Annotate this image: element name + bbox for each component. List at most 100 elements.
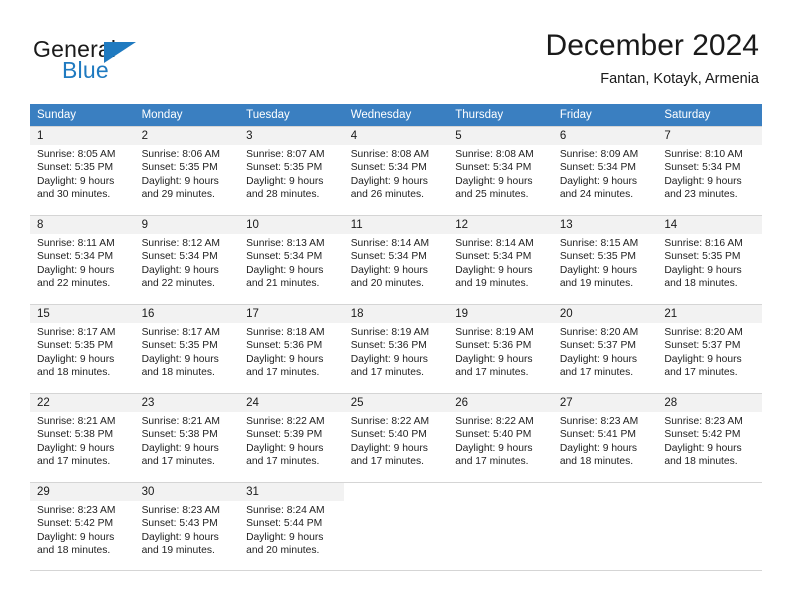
day-cell-inner	[552, 482, 658, 571]
day-cell-inner: 16 Sunrise: 8:17 AM Sunset: 5:35 PM Dayl…	[134, 304, 240, 393]
daylight-text-l1: Daylight: 9 hours	[246, 175, 324, 187]
sunset-text: Sunset: 5:34 PM	[350, 251, 427, 263]
day-number: 21	[657, 305, 762, 323]
calendar-day-cell[interactable]: 10 Sunrise: 8:13 AM Sunset: 5:34 PM Dayl…	[239, 215, 344, 304]
calendar-day-cell[interactable]: 13 Sunrise: 8:15 AM Sunset: 5:35 PM Dayl…	[552, 215, 658, 304]
calendar-day-cell[interactable]: 4 Sunrise: 8:08 AM Sunset: 5:34 PM Dayli…	[343, 126, 449, 215]
sunset-text: Sunset: 5:40 PM	[350, 429, 427, 441]
daylight-text-l1: Daylight: 9 hours	[664, 353, 742, 365]
calendar-day-cell[interactable]: 29 Sunrise: 8:23 AM Sunset: 5:42 PM Dayl…	[30, 482, 135, 571]
sunrise-text: Sunrise: 8:14 AM	[455, 238, 534, 249]
calendar-day-cell[interactable]: 17 Sunrise: 8:18 AM Sunset: 5:36 PM Dayl…	[239, 304, 344, 393]
day-cell-inner: 1 Sunrise: 8:05 AM Sunset: 5:35 PM Dayli…	[30, 126, 135, 215]
calendar-day-cell[interactable]: 16 Sunrise: 8:17 AM Sunset: 5:35 PM Dayl…	[134, 304, 240, 393]
day-cell-inner: 5 Sunrise: 8:08 AM Sunset: 5:34 PM Dayli…	[448, 126, 553, 215]
day-info: Sunrise: 8:11 AM Sunset: 5:34 PM Dayligh…	[30, 234, 135, 291]
day-cell-inner: 13 Sunrise: 8:15 AM Sunset: 5:35 PM Dayl…	[552, 215, 658, 304]
day-info: Sunrise: 8:16 AM Sunset: 5:35 PM Dayligh…	[657, 234, 762, 291]
calendar-day-cell[interactable]: 20 Sunrise: 8:20 AM Sunset: 5:37 PM Dayl…	[552, 304, 658, 393]
daylight-text-l1: Daylight: 9 hours	[37, 264, 115, 276]
calendar-day-cell[interactable]: 8 Sunrise: 8:11 AM Sunset: 5:34 PM Dayli…	[30, 215, 135, 304]
calendar-day-cell[interactable]: 11 Sunrise: 8:14 AM Sunset: 5:34 PM Dayl…	[343, 215, 449, 304]
day-number	[552, 483, 658, 501]
day-number: 28	[657, 394, 762, 412]
day-info: Sunrise: 8:22 AM Sunset: 5:40 PM Dayligh…	[448, 412, 553, 469]
daylight-text-l2: and 20 minutes.	[350, 278, 424, 290]
day-number: 27	[552, 394, 658, 412]
calendar-day-cell[interactable]: 19 Sunrise: 8:19 AM Sunset: 5:36 PM Dayl…	[448, 304, 553, 393]
day-number: 10	[239, 216, 344, 234]
calendar-day-cell[interactable]: 24 Sunrise: 8:22 AM Sunset: 5:39 PM Dayl…	[239, 393, 344, 482]
calendar-day-cell[interactable]: 15 Sunrise: 8:17 AM Sunset: 5:35 PM Dayl…	[30, 304, 135, 393]
sunrise-text: Sunrise: 8:06 AM	[141, 149, 220, 160]
daylight-text-l1: Daylight: 9 hours	[664, 442, 742, 454]
sunrise-text: Sunrise: 8:18 AM	[246, 327, 325, 338]
daylight-text-l1: Daylight: 9 hours	[37, 531, 115, 543]
daylight-text-l1: Daylight: 9 hours	[559, 442, 638, 454]
daylight-text-l2: and 29 minutes.	[141, 189, 215, 201]
calendar-day-cell[interactable]: 6 Sunrise: 8:09 AM Sunset: 5:34 PM Dayli…	[552, 126, 658, 215]
day-info: Sunrise: 8:20 AM Sunset: 5:37 PM Dayligh…	[657, 323, 762, 380]
logo-general-blue[interactable]: General Blue	[33, 36, 263, 86]
day-info: Sunrise: 8:12 AM Sunset: 5:34 PM Dayligh…	[135, 234, 240, 291]
calendar-day-cell[interactable]: 2 Sunrise: 8:06 AM Sunset: 5:35 PM Dayli…	[134, 126, 240, 215]
calendar-day-cell[interactable]: 14 Sunrise: 8:16 AM Sunset: 5:35 PM Dayl…	[657, 215, 762, 304]
daylight-text-l2: and 17 minutes.	[350, 367, 424, 379]
calendar-day-cell[interactable]: 30 Sunrise: 8:23 AM Sunset: 5:43 PM Dayl…	[134, 482, 240, 571]
calendar-day-cell[interactable]: 12 Sunrise: 8:14 AM Sunset: 5:34 PM Dayl…	[448, 215, 553, 304]
calendar-day-cell[interactable]: 25 Sunrise: 8:22 AM Sunset: 5:40 PM Dayl…	[343, 393, 449, 482]
sunrise-text: Sunrise: 8:19 AM	[350, 327, 430, 338]
sunset-text: Sunset: 5:36 PM	[246, 340, 323, 352]
daylight-text-l2: and 17 minutes.	[455, 367, 529, 379]
weekday-header-monday: Monday	[134, 104, 240, 126]
calendar-day-cell[interactable]: 23 Sunrise: 8:21 AM Sunset: 5:38 PM Dayl…	[134, 393, 240, 482]
day-cell-inner: 15 Sunrise: 8:17 AM Sunset: 5:35 PM Dayl…	[30, 304, 135, 393]
daylight-text-l1: Daylight: 9 hours	[455, 264, 533, 276]
calendar-day-cell[interactable]: 22 Sunrise: 8:21 AM Sunset: 5:38 PM Dayl…	[30, 393, 135, 482]
day-info: Sunrise: 8:19 AM Sunset: 5:36 PM Dayligh…	[344, 323, 449, 380]
calendar-day-cell[interactable]: 28 Sunrise: 8:23 AM Sunset: 5:42 PM Dayl…	[657, 393, 762, 482]
sunset-text: Sunset: 5:34 PM	[559, 162, 636, 174]
calendar-day-cell[interactable]: 3 Sunrise: 8:07 AM Sunset: 5:35 PM Dayli…	[239, 126, 344, 215]
daylight-text-l1: Daylight: 9 hours	[246, 264, 324, 276]
sunrise-text: Sunrise: 8:14 AM	[350, 238, 430, 249]
daylight-text-l2: and 24 minutes.	[559, 189, 634, 201]
sunrise-text: Sunrise: 8:13 AM	[246, 238, 325, 249]
location-subtitle: Fantan, Kotayk, Armenia	[600, 71, 759, 87]
daylight-text-l2: and 19 minutes.	[455, 278, 529, 290]
calendar-day-cell[interactable]: 1 Sunrise: 8:05 AM Sunset: 5:35 PM Dayli…	[30, 126, 135, 215]
daylight-text-l1: Daylight: 9 hours	[141, 175, 219, 187]
calendar-day-cell[interactable]: 18 Sunrise: 8:19 AM Sunset: 5:36 PM Dayl…	[343, 304, 449, 393]
daylight-text-l2: and 17 minutes.	[246, 367, 320, 379]
calendar-day-cell[interactable]: 27 Sunrise: 8:23 AM Sunset: 5:41 PM Dayl…	[552, 393, 658, 482]
day-info: Sunrise: 8:17 AM Sunset: 5:35 PM Dayligh…	[135, 323, 240, 380]
day-info: Sunrise: 8:07 AM Sunset: 5:35 PM Dayligh…	[239, 145, 344, 202]
day-number: 30	[134, 483, 240, 501]
sunrise-text: Sunrise: 8:22 AM	[350, 416, 430, 427]
weekday-header-saturday: Saturday	[657, 104, 762, 126]
sunrise-text: Sunrise: 8:19 AM	[455, 327, 534, 338]
day-number	[448, 483, 553, 501]
calendar-day-cell[interactable]: 5 Sunrise: 8:08 AM Sunset: 5:34 PM Dayli…	[448, 126, 553, 215]
day-cell-inner	[448, 482, 553, 571]
sunrise-text: Sunrise: 8:24 AM	[246, 505, 325, 516]
day-number: 8	[30, 216, 135, 234]
daylight-text-l1: Daylight: 9 hours	[37, 175, 115, 187]
calendar-day-cell[interactable]: 9 Sunrise: 8:12 AM Sunset: 5:34 PM Dayli…	[134, 215, 240, 304]
calendar-day-cell[interactable]: 31 Sunrise: 8:24 AM Sunset: 5:44 PM Dayl…	[239, 482, 344, 571]
calendar-day-cell[interactable]: 7 Sunrise: 8:10 AM Sunset: 5:34 PM Dayli…	[657, 126, 762, 215]
calendar-day-cell[interactable]: 21 Sunrise: 8:20 AM Sunset: 5:37 PM Dayl…	[657, 304, 762, 393]
day-info: Sunrise: 8:13 AM Sunset: 5:34 PM Dayligh…	[239, 234, 344, 291]
sunset-text: Sunset: 5:34 PM	[37, 251, 114, 263]
daylight-text-l1: Daylight: 9 hours	[455, 353, 533, 365]
calendar-day-cell[interactable]: 26 Sunrise: 8:22 AM Sunset: 5:40 PM Dayl…	[448, 393, 553, 482]
sunrise-text: Sunrise: 8:15 AM	[559, 238, 639, 249]
page-header: General Blue December 2024 Fantan, Kotay…	[0, 0, 792, 100]
daylight-text-l1: Daylight: 9 hours	[141, 531, 219, 543]
sunset-text: Sunset: 5:34 PM	[246, 251, 323, 263]
sunset-text: Sunset: 5:35 PM	[559, 251, 636, 263]
daylight-text-l1: Daylight: 9 hours	[246, 531, 324, 543]
daylight-text-l2: and 18 minutes.	[664, 456, 738, 468]
sunrise-text: Sunrise: 8:22 AM	[246, 416, 325, 427]
sunset-text: Sunset: 5:34 PM	[350, 162, 427, 174]
